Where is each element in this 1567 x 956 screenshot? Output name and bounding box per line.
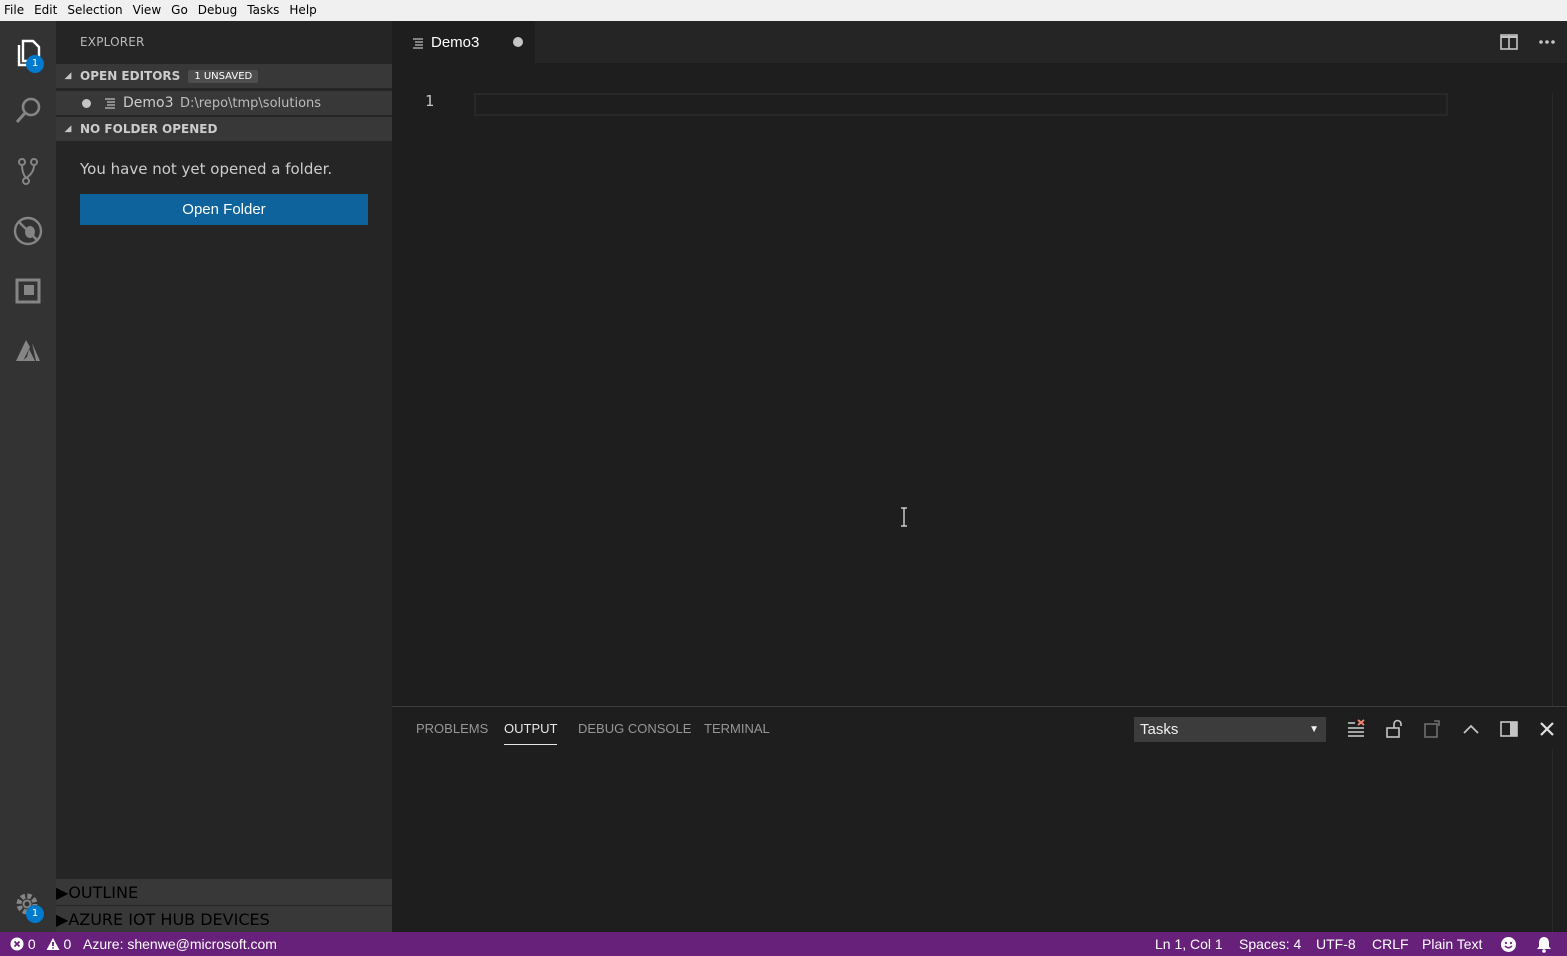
tab-demo3[interactable]: Demo3 [392, 21, 535, 63]
text-file-icon [105, 98, 115, 109]
explorer-sidebar: EXPLORER ◢ OPEN EDITORS 1 UNSAVED Demo3 … [56, 21, 392, 932]
editor-scrollbar[interactable] [1552, 93, 1567, 706]
cursor-position-status[interactable]: Ln 1, Col 1 [1155, 936, 1223, 952]
tab-label: Demo3 [431, 34, 480, 51]
bottom-panel: PROBLEMS OUTPUT DEBUG CONSOLE TERMINAL T… [392, 706, 1567, 933]
status-bar: 0 0 Azure: shenwe@microsoft.com Ln 1, Co… [0, 932, 1567, 956]
line-number: 1 [425, 92, 435, 110]
debug-icon [13, 216, 43, 246]
activity-bar: 1 1 [0, 21, 56, 932]
problems-status[interactable]: 0 0 [10, 936, 71, 952]
chevron-right-icon: ▶ [56, 909, 69, 929]
explorer-button[interactable]: 1 [0, 23, 56, 79]
source-control-button[interactable] [0, 143, 56, 199]
dirty-indicator-icon[interactable] [82, 98, 91, 108]
open-editors-label: OPEN EDITORS [80, 69, 181, 83]
menu-debug[interactable]: Debug [193, 0, 242, 21]
extensions-button[interactable] [0, 263, 56, 319]
no-folder-message: You have not yet opened a folder. [80, 160, 333, 178]
notifications-bell-icon[interactable] [1536, 936, 1552, 953]
tab-output[interactable]: OUTPUT [504, 721, 558, 745]
open-editor-name: Demo3 [123, 95, 174, 111]
extensions-icon [15, 278, 41, 304]
azure-button[interactable] [0, 323, 56, 379]
chevron-down-icon: ◢ [64, 124, 72, 134]
text-file-icon [413, 38, 423, 49]
clear-output-icon[interactable] [1346, 719, 1366, 739]
menu-selection[interactable]: Selection [62, 0, 127, 21]
no-folder-label: NO FOLDER OPENED [80, 122, 218, 136]
azure-account-status[interactable]: Azure: shenwe@microsoft.com [83, 936, 277, 952]
warning-icon [46, 938, 60, 950]
panel-scrollbar[interactable] [1552, 749, 1567, 933]
menu-tasks[interactable]: Tasks [242, 0, 284, 21]
iot-hub-section-header[interactable]: ▶ AZURE IOT HUB DEVICES [56, 906, 392, 932]
search-button[interactable] [0, 83, 56, 139]
no-folder-header[interactable]: ◢ NO FOLDER OPENED [56, 117, 392, 141]
vscode-window: File Edit Selection View Go Debug Tasks … [0, 0, 1567, 956]
language-mode-status[interactable]: Plain Text [1422, 936, 1482, 952]
text-editor[interactable]: 1 [392, 63, 1567, 706]
tab-debug-console[interactable]: DEBUG CONSOLE [578, 721, 691, 736]
source-control-icon [18, 158, 38, 185]
unsaved-dot-icon[interactable] [513, 37, 523, 47]
outline-label: OUTLINE [68, 882, 139, 902]
toggle-panel-position-icon[interactable] [1499, 719, 1519, 739]
current-line-highlight [474, 93, 1448, 116]
chevron-up-icon[interactable] [1461, 719, 1481, 739]
feedback-smiley-icon[interactable] [1500, 936, 1517, 953]
chevron-right-icon: ▶ [56, 882, 69, 902]
outline-section-header[interactable]: ▶ OUTLINE [56, 879, 392, 905]
azure-icon [16, 340, 40, 361]
dropdown-arrow-icon: ▼ [1309, 724, 1319, 735]
split-editor-icon[interactable] [1500, 34, 1518, 50]
chevron-down-icon: ◢ [64, 71, 72, 81]
warning-count: 0 [63, 936, 72, 952]
close-icon[interactable] [1537, 719, 1557, 739]
iot-hub-label: AZURE IOT HUB DEVICES [68, 909, 270, 929]
explorer-badge: 1 [26, 55, 44, 73]
settings-badge: 1 [26, 905, 44, 923]
text-cursor-icon [901, 507, 907, 527]
open-editor-item[interactable]: Demo3 D:\repo\tmp\solutions [56, 91, 392, 115]
manage-button[interactable]: 1 [0, 876, 56, 932]
debug-button[interactable] [0, 203, 56, 259]
editor-tabs-bar: Demo3 [392, 21, 1567, 63]
output-channel-select[interactable]: Tasks ▼ [1134, 717, 1326, 742]
tab-terminal[interactable]: TERMINAL [704, 721, 770, 736]
scroll-lock-icon[interactable] [1384, 719, 1404, 739]
menu-bar: File Edit Selection View Go Debug Tasks … [0, 0, 1567, 21]
menu-go[interactable]: Go [166, 0, 193, 21]
menu-edit[interactable]: Edit [29, 0, 62, 21]
sidebar-title: EXPLORER [80, 35, 145, 49]
search-icon [15, 97, 41, 123]
error-count: 0 [27, 936, 36, 952]
indentation-status[interactable]: Spaces: 4 [1239, 936, 1301, 952]
output-channel-value: Tasks [1140, 721, 1179, 738]
encoding-status[interactable]: UTF-8 [1316, 936, 1356, 952]
eol-status[interactable]: CRLF [1372, 936, 1409, 952]
open-editors-header[interactable]: ◢ OPEN EDITORS 1 UNSAVED [56, 64, 392, 88]
error-icon [10, 937, 24, 951]
open-editor-path: D:\repo\tmp\solutions [180, 95, 322, 111]
open-log-file-icon[interactable] [1422, 719, 1442, 739]
menu-help[interactable]: Help [284, 0, 321, 21]
tab-problems[interactable]: PROBLEMS [416, 721, 488, 736]
unsaved-badge: 1 UNSAVED [188, 69, 259, 83]
more-actions-icon[interactable] [1538, 39, 1556, 45]
menu-file[interactable]: File [0, 0, 29, 21]
open-folder-button[interactable]: Open Folder [80, 194, 368, 225]
menu-view[interactable]: View [128, 0, 166, 21]
